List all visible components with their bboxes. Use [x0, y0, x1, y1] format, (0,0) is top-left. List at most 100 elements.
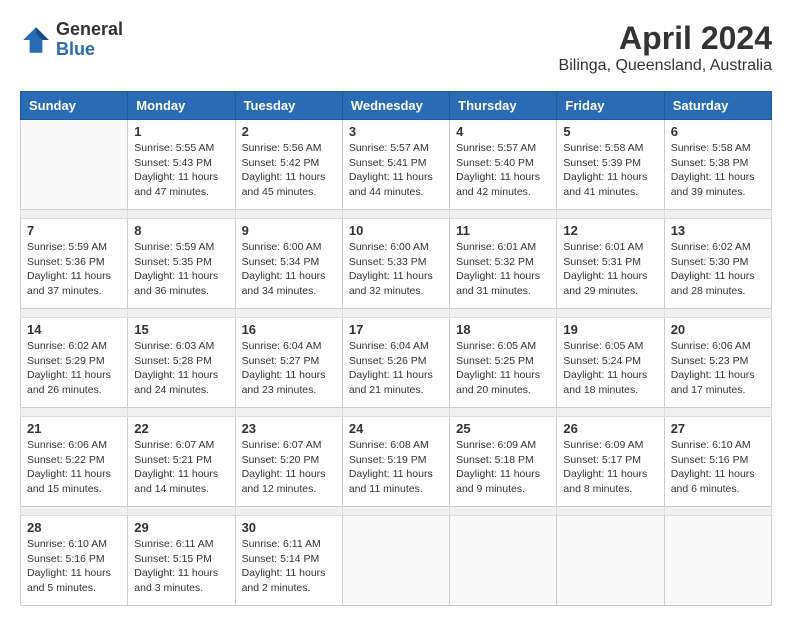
week-separator [21, 408, 772, 417]
calendar-cell: 12Sunrise: 6:01 AM Sunset: 5:31 PM Dayli… [557, 219, 664, 309]
day-info: Sunrise: 6:11 AM Sunset: 5:14 PM Dayligh… [242, 537, 336, 596]
calendar-cell: 28Sunrise: 6:10 AM Sunset: 5:16 PM Dayli… [21, 516, 128, 606]
day-info: Sunrise: 5:57 AM Sunset: 5:41 PM Dayligh… [349, 141, 443, 200]
day-info: Sunrise: 6:00 AM Sunset: 5:33 PM Dayligh… [349, 240, 443, 299]
week-separator [21, 309, 772, 318]
day-number: 9 [242, 223, 336, 238]
day-number: 16 [242, 322, 336, 337]
week-row-1: 1Sunrise: 5:55 AM Sunset: 5:43 PM Daylig… [21, 120, 772, 210]
day-number: 13 [671, 223, 765, 238]
logo-text: General Blue [56, 20, 123, 60]
week-row-2: 7 Sunrise: 5:59 AM Sunset: 5:36 PM Daylig… [21, 219, 772, 309]
weekday-header-row: SundayMondayTuesdayWednesdayThursdayFrid… [21, 92, 772, 120]
calendar-cell: 2 Sunrise: 5:56 AM Sunset: 5:42 PM Daylig… [235, 120, 342, 210]
calendar-cell: 23Sunrise: 6:07 AM Sunset: 5:20 PM Dayli… [235, 417, 342, 507]
calendar-cell: 16 Sunrise: 6:04 AM Sunset: 5:27 PM Dayli… [235, 318, 342, 408]
day-number: 2 [242, 124, 336, 139]
day-info: Sunrise: 6:10 AM Sunset: 5:16 PM Dayligh… [671, 438, 765, 497]
day-info: Sunrise: 6:04 AM Sunset: 5:26 PM Dayligh… [349, 339, 443, 398]
week-row-4: 21Sunrise: 6:06 AM Sunset: 5:22 PM Dayli… [21, 417, 772, 507]
weekday-header-thursday: Thursday [450, 92, 557, 120]
weekday-header-sunday: Sunday [21, 92, 128, 120]
day-info: Sunrise: 5:59 AM Sunset: 5:36 PM Dayligh… [27, 240, 121, 299]
calendar-cell: 20 Sunrise: 6:06 AM Sunset: 5:23 PM Dayli… [664, 318, 771, 408]
day-number: 5 [563, 124, 657, 139]
calendar-cell: 7 Sunrise: 5:59 AM Sunset: 5:36 PM Daylig… [21, 219, 128, 309]
day-number: 22 [134, 421, 228, 436]
day-number: 6 [671, 124, 765, 139]
day-info: Sunrise: 6:05 AM Sunset: 5:25 PM Dayligh… [456, 339, 550, 398]
day-number: 8 [134, 223, 228, 238]
calendar-cell: 13 Sunrise: 6:02 AM Sunset: 5:30 PM Dayli… [664, 219, 771, 309]
week-row-5: 28Sunrise: 6:10 AM Sunset: 5:16 PM Dayli… [21, 516, 772, 606]
day-number: 19 [563, 322, 657, 337]
calendar-cell [21, 120, 128, 210]
day-info: Sunrise: 6:02 AM Sunset: 5:30 PM Dayligh… [671, 240, 765, 299]
calendar-cell: 27Sunrise: 6:10 AM Sunset: 5:16 PM Dayli… [664, 417, 771, 507]
calendar-cell: 25 Sunrise: 6:09 AM Sunset: 5:18 PM Dayli… [450, 417, 557, 507]
day-number: 7 [27, 223, 121, 238]
weekday-header-friday: Friday [557, 92, 664, 120]
day-info: Sunrise: 6:10 AM Sunset: 5:16 PM Dayligh… [27, 537, 121, 596]
day-info: Sunrise: 6:09 AM Sunset: 5:17 PM Dayligh… [563, 438, 657, 497]
calendar-cell: 30 Sunrise: 6:11 AM Sunset: 5:14 PM Dayli… [235, 516, 342, 606]
month-title: April 2024 [559, 20, 772, 57]
calendar-cell: 5Sunrise: 5:58 AM Sunset: 5:39 PM Daylig… [557, 120, 664, 210]
calendar-cell: 4Sunrise: 5:57 AM Sunset: 5:40 PM Daylig… [450, 120, 557, 210]
day-info: Sunrise: 5:56 AM Sunset: 5:42 PM Dayligh… [242, 141, 336, 200]
day-info: Sunrise: 6:09 AM Sunset: 5:18 PM Dayligh… [456, 438, 550, 497]
day-info: Sunrise: 6:05 AM Sunset: 5:24 PM Dayligh… [563, 339, 657, 398]
day-number: 26 [563, 421, 657, 436]
day-number: 11 [456, 223, 550, 238]
header: General Blue April 2024 Bilinga, Queensl… [20, 20, 772, 75]
day-number: 14 [27, 322, 121, 337]
calendar-cell: 26 Sunrise: 6:09 AM Sunset: 5:17 PM Dayli… [557, 417, 664, 507]
day-number: 30 [242, 520, 336, 535]
day-info: Sunrise: 6:08 AM Sunset: 5:19 PM Dayligh… [349, 438, 443, 497]
day-number: 4 [456, 124, 550, 139]
day-info: Sunrise: 6:07 AM Sunset: 5:20 PM Dayligh… [242, 438, 336, 497]
calendar-cell: 19 Sunrise: 6:05 AM Sunset: 5:24 PM Dayli… [557, 318, 664, 408]
calendar-cell: 11 Sunrise: 6:01 AM Sunset: 5:32 PM Dayli… [450, 219, 557, 309]
week-separator [21, 507, 772, 516]
day-info: Sunrise: 6:04 AM Sunset: 5:27 PM Dayligh… [242, 339, 336, 398]
logo: General Blue [20, 20, 123, 60]
day-number: 24 [349, 421, 443, 436]
week-separator [21, 210, 772, 219]
weekday-header-wednesday: Wednesday [342, 92, 449, 120]
day-info: Sunrise: 5:58 AM Sunset: 5:38 PM Dayligh… [671, 141, 765, 200]
calendar-cell [342, 516, 449, 606]
day-info: Sunrise: 6:02 AM Sunset: 5:29 PM Dayligh… [27, 339, 121, 398]
calendar-cell: 17 Sunrise: 6:04 AM Sunset: 5:26 PM Dayli… [342, 318, 449, 408]
day-info: Sunrise: 5:55 AM Sunset: 5:43 PM Dayligh… [134, 141, 228, 200]
day-info: Sunrise: 6:00 AM Sunset: 5:34 PM Dayligh… [242, 240, 336, 299]
title-area: April 2024 Bilinga, Queensland, Australi… [559, 20, 772, 75]
day-number: 17 [349, 322, 443, 337]
day-info: Sunrise: 6:03 AM Sunset: 5:28 PM Dayligh… [134, 339, 228, 398]
day-number: 25 [456, 421, 550, 436]
calendar-cell: 29Sunrise: 6:11 AM Sunset: 5:15 PM Dayli… [128, 516, 235, 606]
calendar-cell: 21Sunrise: 6:06 AM Sunset: 5:22 PM Dayli… [21, 417, 128, 507]
calendar-cell: 15Sunrise: 6:03 AM Sunset: 5:28 PM Dayli… [128, 318, 235, 408]
calendar-cell: 14 Sunrise: 6:02 AM Sunset: 5:29 PM Dayli… [21, 318, 128, 408]
location-title: Bilinga, Queensland, Australia [559, 57, 772, 75]
calendar-cell: 3 Sunrise: 5:57 AM Sunset: 5:41 PM Daylig… [342, 120, 449, 210]
day-number: 29 [134, 520, 228, 535]
calendar-cell: 18 Sunrise: 6:05 AM Sunset: 5:25 PM Dayli… [450, 318, 557, 408]
day-number: 21 [27, 421, 121, 436]
day-number: 3 [349, 124, 443, 139]
calendar-cell: 1Sunrise: 5:55 AM Sunset: 5:43 PM Daylig… [128, 120, 235, 210]
weekday-header-monday: Monday [128, 92, 235, 120]
day-info: Sunrise: 5:59 AM Sunset: 5:35 PM Dayligh… [134, 240, 228, 299]
weekday-header-tuesday: Tuesday [235, 92, 342, 120]
day-info: Sunrise: 6:01 AM Sunset: 5:32 PM Dayligh… [456, 240, 550, 299]
day-info: Sunrise: 6:07 AM Sunset: 5:21 PM Dayligh… [134, 438, 228, 497]
calendar-cell: 9 Sunrise: 6:00 AM Sunset: 5:34 PM Daylig… [235, 219, 342, 309]
day-number: 18 [456, 322, 550, 337]
calendar-cell: 10Sunrise: 6:00 AM Sunset: 5:33 PM Dayli… [342, 219, 449, 309]
day-info: Sunrise: 6:06 AM Sunset: 5:23 PM Dayligh… [671, 339, 765, 398]
calendar-table: SundayMondayTuesdayWednesdayThursdayFrid… [20, 91, 772, 606]
day-number: 20 [671, 322, 765, 337]
calendar-cell: 24 Sunrise: 6:08 AM Sunset: 5:19 PM Dayli… [342, 417, 449, 507]
weekday-header-saturday: Saturday [664, 92, 771, 120]
